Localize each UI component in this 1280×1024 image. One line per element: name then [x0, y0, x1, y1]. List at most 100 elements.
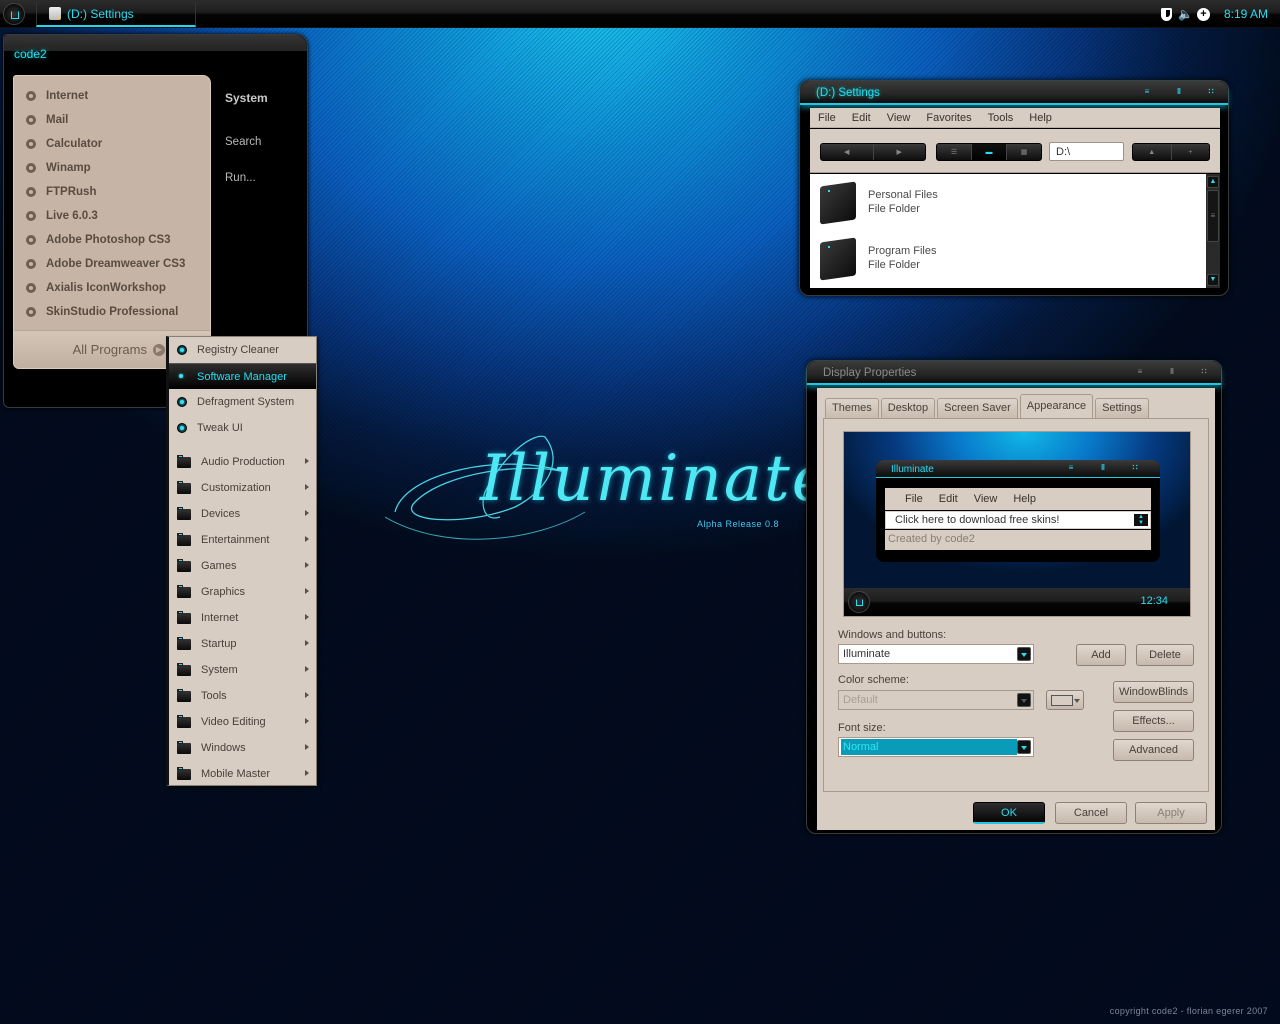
submenu-item-label: Software Manager	[197, 370, 287, 383]
shield-icon[interactable]	[1160, 7, 1172, 21]
minimize-icon[interactable]: ≡	[1135, 367, 1145, 377]
submenu-folder-item[interactable]: Games	[169, 553, 316, 579]
back-button[interactable]: ◀	[821, 144, 874, 160]
cancel-button[interactable]: Cancel	[1055, 802, 1127, 824]
close-icon[interactable]: ∷	[1199, 367, 1209, 377]
program-item[interactable]: Adobe Dreamweaver CS3	[14, 252, 210, 276]
file-list-item[interactable]: Personal Files File Folder	[818, 178, 938, 226]
program-item[interactable]: FTPRush	[14, 180, 210, 204]
menu-item[interactable]: View	[887, 112, 911, 124]
forward-button[interactable]: ▶	[874, 144, 926, 160]
start-item-run[interactable]: Run...	[225, 171, 268, 207]
submenu-shortcut-item[interactable]: Defragment System	[169, 389, 316, 415]
program-item[interactable]: Calculator	[14, 132, 210, 156]
chevron-right-icon	[305, 770, 309, 776]
menu-item[interactable]: Favorites	[926, 112, 971, 124]
color-picker-button[interactable]	[1046, 690, 1084, 710]
tiles-icon: ▦	[1020, 149, 1028, 156]
scroll-thumb[interactable]: ≡	[1207, 190, 1219, 242]
vertical-scrollbar[interactable]: ▲ ≡ ▼	[1206, 174, 1220, 288]
effects-button[interactable]: Effects...	[1113, 710, 1194, 732]
menu-item[interactable]: Tools	[988, 112, 1014, 124]
explorer-title-bar[interactable]: (D:) Settings ≡ ‖ ∷	[800, 81, 1228, 105]
volume-icon[interactable]: 🔈	[1178, 7, 1193, 21]
submenu-folder-item[interactable]: System	[169, 657, 316, 683]
add-circle-icon[interactable]: +	[1196, 7, 1210, 21]
submenu-folder-item[interactable]: Devices	[169, 501, 316, 527]
view-list-button[interactable]: ☰	[937, 144, 972, 160]
dropdown-arrow-icon	[1017, 693, 1031, 707]
maximize-icon[interactable]: ‖	[1167, 367, 1177, 377]
submenu-folder-item[interactable]: Entertainment	[169, 527, 316, 553]
chevron-right-icon	[305, 640, 309, 646]
delete-button[interactable]: Delete	[1136, 644, 1194, 666]
scroll-up-icon[interactable]: ▲	[1207, 176, 1219, 188]
tab-settings[interactable]: Settings	[1095, 398, 1149, 418]
windowblinds-button[interactable]: WindowBlinds	[1113, 681, 1194, 703]
program-item[interactable]: SkinStudio Professional	[14, 300, 210, 324]
submenu-folder-item[interactable]: Startup	[169, 631, 316, 657]
start-orb-icon[interactable]	[3, 3, 25, 25]
submenu-shortcut-item[interactable]: Software Manager	[169, 363, 316, 389]
advanced-button[interactable]: Advanced	[1113, 739, 1194, 761]
font-size-select[interactable]: Normal	[838, 737, 1034, 757]
menu-item[interactable]: Help	[1029, 112, 1052, 124]
submenu-folder-item[interactable]: Audio Production	[169, 449, 316, 475]
tab-themes[interactable]: Themes	[825, 398, 879, 418]
clock[interactable]: 8:19 AM	[1224, 7, 1268, 21]
program-label: Calculator	[46, 138, 103, 150]
dropdown-arrow-icon[interactable]	[1017, 647, 1031, 661]
tab-appearance[interactable]: Appearance	[1019, 394, 1094, 418]
tab-screen-saver[interactable]: Screen Saver	[937, 398, 1018, 418]
submenu-shortcut-item[interactable]: Registry Cleaner	[169, 337, 316, 363]
address-bar[interactable]: D:\	[1049, 142, 1124, 161]
submenu-shortcut-item[interactable]: Tweak UI	[169, 415, 316, 441]
preview-menu-item: File	[905, 493, 923, 505]
close-icon[interactable]: ∷	[1206, 87, 1216, 97]
program-label: Adobe Dreamweaver CS3	[46, 258, 186, 270]
tab-desktop[interactable]: Desktop	[880, 398, 936, 418]
program-label: Axialis IconWorkshop	[46, 282, 166, 294]
display-title-bar[interactable]: Display Properties ≡ ‖ ∷	[807, 361, 1221, 385]
view-tiles-button[interactable]: ▦	[1007, 144, 1041, 160]
bullet-icon	[177, 372, 187, 382]
up-folder-button[interactable]: ▲	[1133, 144, 1172, 160]
start-item-search[interactable]: Search	[225, 135, 268, 171]
submenu-folder-item[interactable]: Internet	[169, 605, 316, 631]
taskbar-button-settings[interactable]: (D:) Settings	[36, 2, 196, 27]
color-swatch	[1051, 695, 1073, 706]
view-details-button[interactable]: ▬	[972, 144, 1007, 160]
submenu-folder-item[interactable]: Windows	[169, 735, 316, 761]
maximize-icon[interactable]: ‖	[1174, 87, 1184, 97]
ok-button[interactable]: OK	[973, 802, 1045, 824]
apply-button[interactable]: Apply	[1135, 802, 1207, 824]
submenu-folder-item[interactable]: Tools	[169, 683, 316, 709]
scroll-down-icon[interactable]: ▼	[1207, 274, 1219, 286]
minimize-icon[interactable]: ≡	[1142, 87, 1152, 97]
submenu-folder-item[interactable]: Mobile Master	[169, 761, 316, 787]
dropdown-arrow-icon	[1074, 699, 1080, 703]
file-list-item[interactable]: Program Files File Folder	[818, 234, 936, 282]
new-folder-button[interactable]: +	[1172, 144, 1210, 160]
submenu-folder-item[interactable]: Customization	[169, 475, 316, 501]
add-button[interactable]: Add	[1076, 644, 1126, 666]
menu-item[interactable]: File	[818, 112, 836, 124]
submenu-item-label: Internet	[201, 612, 239, 624]
program-item[interactable]: Live 6.0.3	[14, 204, 210, 228]
spinner-icon: ▲ ▼	[1134, 514, 1148, 526]
menu-item[interactable]: Edit	[852, 112, 871, 124]
program-item[interactable]: Mail	[14, 108, 210, 132]
folder-icon	[177, 454, 191, 468]
submenu-item-label: Entertainment	[201, 534, 270, 546]
chevron-right-icon	[305, 458, 309, 464]
windows-buttons-select[interactable]: Illuminate	[838, 644, 1034, 664]
program-item[interactable]: Winamp	[14, 156, 210, 180]
program-item[interactable]: Internet	[14, 84, 210, 108]
submenu-item-label: Video Editing	[201, 716, 266, 728]
submenu-folder-item[interactable]: Graphics	[169, 579, 316, 605]
program-item[interactable]: Axialis IconWorkshop	[14, 276, 210, 300]
dropdown-arrow-icon[interactable]	[1017, 740, 1031, 754]
program-item[interactable]: Adobe Photoshop CS3	[14, 228, 210, 252]
submenu-folder-item[interactable]: Video Editing	[169, 709, 316, 735]
start-item-system[interactable]: System	[225, 91, 268, 135]
